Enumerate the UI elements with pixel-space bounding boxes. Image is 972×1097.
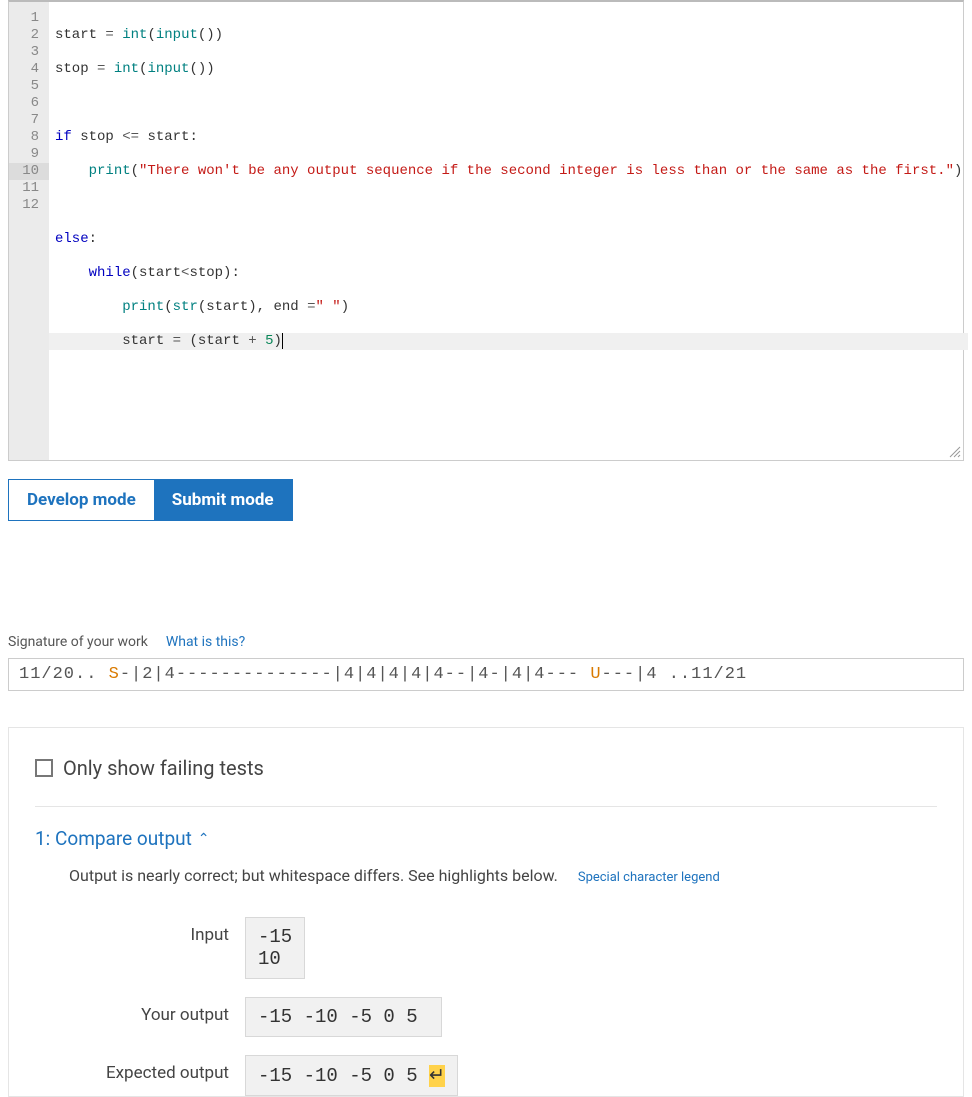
code-line[interactable]: if stop <= start: [55, 129, 962, 146]
special-character-legend-link[interactable]: Special character legend [578, 870, 720, 885]
code-editor[interactable]: 1 2 3 4 5 6 7 8 9 10 11 12 start = int(i… [8, 0, 964, 461]
line-number: 8 [13, 129, 43, 146]
mode-tabs: Develop mode Submit mode [8, 479, 293, 521]
test-1-message: Output is nearly correct; but whitespace… [69, 866, 558, 885]
test-1-header[interactable]: 1: Compare output ⌃ [35, 827, 937, 850]
whitespace-diff-highlight: ↵ [429, 1065, 445, 1087]
only-failing-checkbox[interactable] [35, 759, 53, 777]
test-results: Only show failing tests 1: Compare outpu… [8, 727, 964, 1097]
code-line[interactable] [55, 95, 962, 112]
line-number: 7 [13, 112, 43, 129]
your-output-label: Your output [69, 997, 229, 1025]
code-line[interactable]: start = (start + 5) [49, 333, 968, 350]
line-number: 6 [13, 95, 43, 112]
chevron-up-icon: ⌃ [198, 831, 210, 847]
line-number: 4 [13, 61, 43, 78]
code-line[interactable]: print(str(start), end =" ") [55, 299, 962, 316]
code-line[interactable]: start = int(input()) [55, 27, 962, 44]
line-number: 3 [13, 44, 43, 61]
only-failing-label: Only show failing tests [63, 756, 264, 780]
expected-output-label: Expected output [69, 1055, 229, 1083]
code-line[interactable] [55, 401, 962, 418]
code-line[interactable]: stop = int(input()) [55, 61, 962, 78]
code-area[interactable]: start = int(input()) stop = int(input())… [49, 2, 968, 460]
code-line[interactable]: print("There won't be any output sequenc… [55, 163, 962, 180]
line-number: 9 [13, 146, 43, 163]
line-number: 10 [9, 163, 49, 180]
line-number: 1 [13, 10, 43, 27]
expected-output-value: -15 -10 -5 0 5 ↵ [245, 1055, 458, 1096]
code-line[interactable] [55, 197, 962, 214]
input-value: -15 10 [245, 917, 305, 979]
test-1-title: 1: Compare output [35, 827, 192, 850]
code-line[interactable]: while(start<stop): [55, 265, 962, 282]
line-number: 12 [13, 197, 43, 214]
input-label: Input [69, 917, 229, 945]
resize-handle-icon[interactable] [949, 446, 961, 458]
line-gutter: 1 2 3 4 5 6 7 8 9 10 11 12 [9, 2, 49, 460]
signature-label: Signature of your work [8, 634, 148, 650]
line-number: 5 [13, 78, 43, 95]
your-output-value: -15 -10 -5 0 5 [245, 997, 442, 1037]
code-line[interactable]: else: [55, 231, 962, 248]
submit-mode-tab[interactable]: Submit mode [154, 480, 292, 520]
line-number: 2 [13, 27, 43, 44]
signature-box: 11/20.. S-|2|4--------------|4|4|4|4|4--… [8, 658, 964, 691]
line-number: 11 [13, 180, 43, 197]
develop-mode-tab[interactable]: Develop mode [9, 480, 154, 520]
code-line[interactable] [55, 367, 962, 384]
signature-help-link[interactable]: What is this? [166, 634, 245, 650]
